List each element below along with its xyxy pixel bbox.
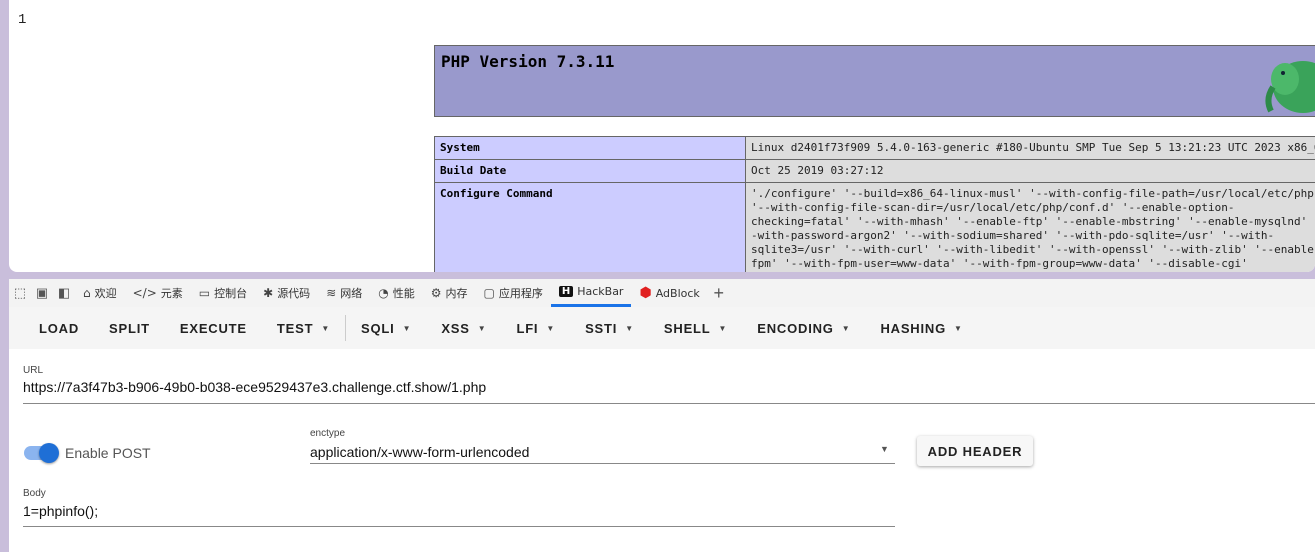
body-underline xyxy=(23,526,895,527)
app-icon: ▢ xyxy=(483,286,495,300)
add-header-button[interactable]: ADD HEADER xyxy=(917,436,1033,466)
wifi-icon: ≋ xyxy=(326,286,337,300)
enctype-underline xyxy=(310,463,895,464)
gauge-icon: ◔ xyxy=(378,286,389,300)
tab-label: 应用程序 xyxy=(498,287,543,300)
table-row: Configure Command './configure' '--build… xyxy=(434,182,1315,272)
hackbar-menu: LOAD SPLIT EXECUTE TEST ▼ SQLI ▼ XSS ▼ LFI ▼… xyxy=(9,307,1315,349)
tab-label: 元素 xyxy=(160,287,183,300)
enable-post-label: Enable POST xyxy=(65,445,151,461)
tab-hackbar[interactable]: H HackBar xyxy=(550,279,632,307)
device-toggle-icon[interactable]: ▣ xyxy=(31,282,53,304)
page-output: 1 xyxy=(18,12,27,28)
split-button[interactable]: SPLIT xyxy=(94,307,165,349)
caret-down-icon: ▼ xyxy=(402,323,412,333)
php-elephant-logo-icon xyxy=(1265,61,1315,113)
code-icon: </> xyxy=(132,286,157,300)
hackbar-icon: H xyxy=(558,286,574,297)
tab-label: 源代码 xyxy=(277,287,311,300)
tab-label: 性能 xyxy=(392,287,415,300)
page-viewport: 1 PHP Version 7.3.11 System Linux d2401f… xyxy=(9,0,1315,272)
url-underline xyxy=(23,403,1315,404)
menu-label: EXECUTE xyxy=(179,320,247,336)
menu-label: LFI xyxy=(516,320,539,336)
phpinfo-table: System Linux d2401f73f909 5.4.0-163-gene… xyxy=(434,136,1315,272)
row-key: Configure Command xyxy=(434,182,746,272)
tab-sources[interactable]: ✱ 源代码 xyxy=(255,279,318,307)
body-input[interactable]: 1=phpinfo(); xyxy=(23,503,98,519)
dropdown-arrow-icon[interactable]: ▼ xyxy=(880,444,889,454)
hashing-menu[interactable]: HASHING ▼ xyxy=(865,307,977,349)
adblock-icon: ⬢ xyxy=(639,285,652,301)
menu-label: SHELL xyxy=(663,320,711,336)
tab-elements[interactable]: </> 元素 xyxy=(125,279,191,307)
caret-down-icon: ▼ xyxy=(477,323,487,333)
row-value: Oct 25 2019 03:27:12 xyxy=(745,159,1315,183)
caret-down-icon: ▼ xyxy=(718,323,728,333)
tab-label: AdBlock xyxy=(655,286,700,300)
tab-application[interactable]: ▢ 应用程序 xyxy=(476,279,551,307)
tab-label: 网络 xyxy=(340,287,363,300)
home-icon: ⌂ xyxy=(83,286,91,300)
row-value: Linux d2401f73f909 5.4.0-163-generic #18… xyxy=(745,136,1315,160)
phpinfo-header: PHP Version 7.3.11 xyxy=(434,45,1315,117)
shell-menu[interactable]: SHELL ▼ xyxy=(649,307,742,349)
table-row: Build Date Oct 25 2019 03:27:12 xyxy=(434,159,1315,183)
chip-icon: ⚙ xyxy=(430,286,442,300)
tab-welcome[interactable]: ⌂ 欢迎 xyxy=(75,279,125,307)
enctype-label: enctype xyxy=(310,428,346,439)
php-version-title: PHP Version 7.3.11 xyxy=(441,52,615,71)
bug-icon: ✱ xyxy=(263,286,274,300)
lfi-menu[interactable]: LFI ▼ xyxy=(501,307,570,349)
body-label: Body xyxy=(23,488,46,499)
caret-down-icon: ▼ xyxy=(546,323,556,333)
toggle-knob[interactable] xyxy=(39,443,59,463)
row-key: System xyxy=(434,136,746,160)
tab-memory[interactable]: ⚙ 内存 xyxy=(423,279,476,307)
tab-adblock[interactable]: ⬢ AdBlock xyxy=(631,279,707,307)
menu-label: SSTI xyxy=(585,320,618,336)
encoding-menu[interactable]: ENCODING ▼ xyxy=(742,307,865,349)
hackbar-panel: LOAD SPLIT EXECUTE TEST ▼ SQLI ▼ XSS ▼ LFI ▼… xyxy=(9,307,1315,552)
url-label: URL xyxy=(23,365,44,376)
devtools-tabbar: ⬚ ▣ ◧ ⌂ 欢迎 </> 元素 ▭ 控制台 ✱ 源代码 ≋ 网络 ◔ 性能 ⚙ 内存 ▢ 应… xyxy=(9,279,1315,308)
inspect-icon[interactable]: ⬚ xyxy=(9,282,31,304)
caret-down-icon: ▼ xyxy=(954,323,963,333)
menu-label: HASHING xyxy=(880,320,946,336)
menu-label: TEST xyxy=(276,320,314,336)
test-menu[interactable]: TEST ▼ xyxy=(262,307,345,349)
caret-down-icon: ▼ xyxy=(321,323,331,333)
ssti-menu[interactable]: SSTI ▼ xyxy=(570,307,649,349)
execute-button[interactable]: EXECUTE xyxy=(165,307,262,349)
tab-network[interactable]: ≋ 网络 xyxy=(318,279,370,307)
add-tab-icon[interactable]: + xyxy=(708,282,730,304)
caret-down-icon: ▼ xyxy=(841,323,851,333)
tab-label: HackBar xyxy=(577,285,624,298)
tab-label: 内存 xyxy=(445,287,468,300)
url-input[interactable]: https://7a3f47b3-b906-49b0-b038-ece95294… xyxy=(23,379,486,395)
row-value: './configure' '--build=x86_64-linux-musl… xyxy=(745,182,1315,272)
tab-performance[interactable]: ◔ 性能 xyxy=(370,279,422,307)
tab-label: 控制台 xyxy=(214,287,248,300)
load-button[interactable]: LOAD xyxy=(24,307,94,349)
tab-label: 欢迎 xyxy=(94,287,117,300)
menu-label: ENCODING xyxy=(757,320,834,336)
menu-label: XSS xyxy=(441,320,470,336)
dock-icon[interactable]: ◧ xyxy=(53,282,75,304)
enctype-select[interactable]: application/x-www-form-urlencoded xyxy=(310,444,529,460)
menu-label: SQLI xyxy=(361,320,395,336)
menu-label: LOAD xyxy=(39,320,80,336)
table-row: System Linux d2401f73f909 5.4.0-163-gene… xyxy=(434,136,1315,160)
caret-down-icon: ▼ xyxy=(625,323,634,333)
sqli-menu[interactable]: SQLI ▼ xyxy=(346,307,426,349)
row-key: Build Date xyxy=(434,159,746,183)
console-icon: ▭ xyxy=(198,286,211,300)
xss-menu[interactable]: XSS ▼ xyxy=(426,307,501,349)
menu-label: SPLIT xyxy=(109,320,150,336)
tab-console[interactable]: ▭ 控制台 xyxy=(191,279,255,307)
